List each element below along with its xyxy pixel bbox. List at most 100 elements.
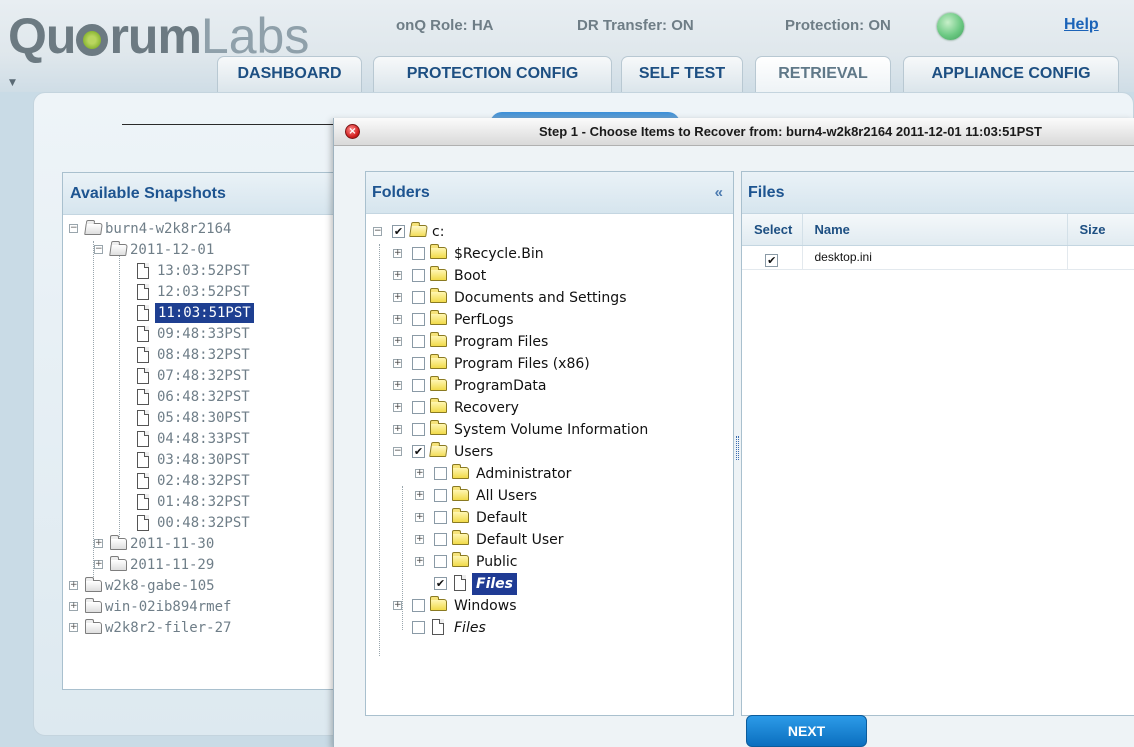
folder-icon bbox=[430, 288, 447, 303]
expand-icon[interactable]: + bbox=[415, 513, 424, 522]
collapse-icon[interactable]: − bbox=[69, 224, 78, 233]
protection-status-led-icon bbox=[937, 13, 964, 40]
expand-icon[interactable]: + bbox=[393, 601, 402, 610]
folder-open-icon bbox=[429, 445, 448, 457]
file-icon bbox=[137, 284, 149, 300]
collapse-icon[interactable]: − bbox=[373, 227, 382, 236]
expand-icon[interactable]: + bbox=[69, 581, 78, 590]
logo-o-icon bbox=[76, 24, 109, 56]
close-icon[interactable]: × bbox=[345, 124, 360, 139]
expand-icon[interactable]: + bbox=[393, 315, 402, 324]
table-row[interactable]: ✔ desktop.ini bbox=[742, 245, 1134, 270]
folder-label: Users bbox=[454, 444, 494, 460]
folder-checkbox[interactable]: ✔ bbox=[412, 445, 425, 458]
folder-label: Program Files (x86) bbox=[454, 356, 590, 372]
tree-node-label: 2011-11-29 bbox=[130, 557, 215, 573]
tab-retrieval[interactable]: RETRIEVAL bbox=[755, 56, 891, 92]
folder-icon bbox=[430, 420, 447, 435]
folder-checkbox[interactable] bbox=[412, 401, 425, 414]
checkbox[interactable]: ✔ bbox=[765, 253, 779, 267]
expand-icon[interactable]: + bbox=[94, 539, 103, 548]
tab-self-test[interactable]: SELF TEST bbox=[621, 56, 743, 92]
folder-icon bbox=[85, 577, 102, 592]
file-icon bbox=[454, 575, 466, 591]
collapse-icon[interactable]: − bbox=[94, 245, 103, 254]
folder-checkbox[interactable] bbox=[412, 621, 425, 634]
next-button[interactable]: NEXT bbox=[746, 715, 867, 747]
folder-checkbox[interactable] bbox=[434, 467, 447, 480]
column-header-size[interactable]: Size bbox=[1067, 214, 1134, 246]
help-link[interactable]: Help bbox=[1064, 16, 1099, 34]
folder-icon bbox=[430, 332, 447, 347]
file-icon bbox=[137, 515, 149, 531]
file-select-checkbox[interactable]: ✔ bbox=[742, 245, 803, 270]
file-icon bbox=[137, 431, 149, 447]
onq-role-status: onQ Role: HA bbox=[396, 17, 494, 34]
expand-icon[interactable]: + bbox=[393, 359, 402, 368]
tree-node-label: 08:48:32PST bbox=[157, 347, 250, 363]
expand-icon[interactable]: + bbox=[393, 337, 402, 346]
collapse-icon[interactable]: − bbox=[393, 447, 402, 456]
folder-checkbox[interactable]: ✔ bbox=[392, 225, 405, 238]
expand-icon[interactable]: + bbox=[415, 491, 424, 500]
folder-label: Files bbox=[454, 620, 486, 636]
folder-label: $Recycle.Bin bbox=[454, 246, 544, 262]
expand-icon[interactable]: + bbox=[393, 249, 402, 258]
folder-checkbox[interactable] bbox=[412, 423, 425, 436]
folder-checkbox[interactable] bbox=[412, 379, 425, 392]
tree-node-label: 01:48:32PST bbox=[157, 494, 250, 510]
expand-icon[interactable]: + bbox=[415, 469, 424, 478]
tree-node-label: 05:48:30PST bbox=[157, 410, 250, 426]
collapse-panel-icon[interactable]: « bbox=[715, 184, 723, 201]
folder-checkbox[interactable] bbox=[412, 247, 425, 260]
folder-checkbox[interactable]: ✔ bbox=[434, 577, 447, 590]
folder-checkbox[interactable] bbox=[434, 555, 447, 568]
folder-checkbox[interactable] bbox=[412, 291, 425, 304]
wizard-progress-line bbox=[122, 124, 342, 125]
folder-checkbox[interactable] bbox=[434, 489, 447, 502]
expand-icon[interactable]: + bbox=[69, 602, 78, 611]
folder-checkbox[interactable] bbox=[434, 533, 447, 546]
expand-icon[interactable]: + bbox=[415, 557, 424, 566]
tab-dashboard[interactable]: DASHBOARD bbox=[217, 56, 362, 92]
folder-label: Default User bbox=[476, 532, 564, 548]
tree-node-label: 04:48:33PST bbox=[157, 431, 250, 447]
file-icon bbox=[137, 305, 149, 321]
tree-line bbox=[93, 241, 94, 581]
folder-checkbox[interactable] bbox=[412, 357, 425, 370]
recover-items-dialog: × Step 1 - Choose Items to Recover from:… bbox=[333, 118, 1134, 747]
expand-icon[interactable]: + bbox=[393, 271, 402, 280]
folder-checkbox[interactable] bbox=[412, 313, 425, 326]
folder-label: All Users bbox=[476, 488, 538, 504]
folder-label: Program Files bbox=[454, 334, 549, 350]
folder-icon bbox=[85, 598, 102, 613]
logo-text-bold: Qu bbox=[8, 8, 76, 64]
tab-protection-config[interactable]: PROTECTION CONFIG bbox=[373, 56, 612, 92]
folder-checkbox[interactable] bbox=[412, 335, 425, 348]
expand-icon[interactable]: + bbox=[393, 293, 402, 302]
column-header-select[interactable]: Select bbox=[742, 214, 803, 246]
expand-icon[interactable]: + bbox=[393, 381, 402, 390]
file-icon bbox=[137, 263, 149, 279]
folder-open-icon bbox=[109, 244, 128, 256]
folder-label: Boot bbox=[454, 268, 487, 284]
expand-icon[interactable]: + bbox=[69, 623, 78, 632]
panel-splitter-handle[interactable] bbox=[736, 436, 739, 460]
expand-icon[interactable]: + bbox=[94, 560, 103, 569]
folder-checkbox[interactable] bbox=[434, 511, 447, 524]
menu-toggle-icon[interactable]: ▼ bbox=[9, 78, 16, 88]
expand-icon[interactable]: + bbox=[393, 425, 402, 434]
expand-icon[interactable]: + bbox=[415, 535, 424, 544]
folder-checkbox[interactable] bbox=[412, 599, 425, 612]
file-name-cell: desktop.ini bbox=[802, 245, 1068, 270]
folder-label: Administrator bbox=[476, 466, 572, 482]
folders-panel-title: Folders bbox=[372, 184, 430, 201]
tree-node-label: win-02ib894rmef bbox=[105, 599, 232, 615]
folder-checkbox[interactable] bbox=[412, 269, 425, 282]
tab-appliance-config[interactable]: APPLIANCE CONFIG bbox=[903, 56, 1119, 92]
folder-open-icon bbox=[84, 223, 103, 235]
column-header-name[interactable]: Name bbox=[802, 214, 1068, 246]
folder-icon bbox=[430, 398, 447, 413]
folder-label: Documents and Settings bbox=[454, 290, 627, 306]
expand-icon[interactable]: + bbox=[393, 403, 402, 412]
